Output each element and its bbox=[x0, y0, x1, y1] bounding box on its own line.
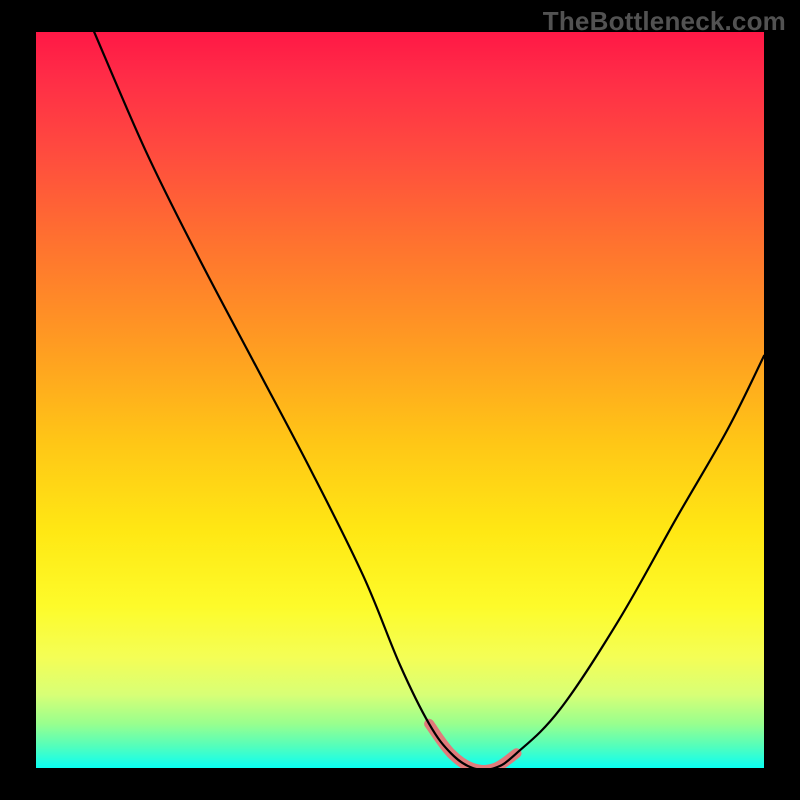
bottom-plateau-highlight bbox=[429, 724, 516, 768]
plot-area bbox=[36, 32, 764, 768]
bottleneck-curve bbox=[94, 32, 764, 768]
watermark-text: TheBottleneck.com bbox=[543, 6, 786, 37]
chart-frame: TheBottleneck.com bbox=[0, 0, 800, 800]
curve-overlay bbox=[36, 32, 764, 768]
